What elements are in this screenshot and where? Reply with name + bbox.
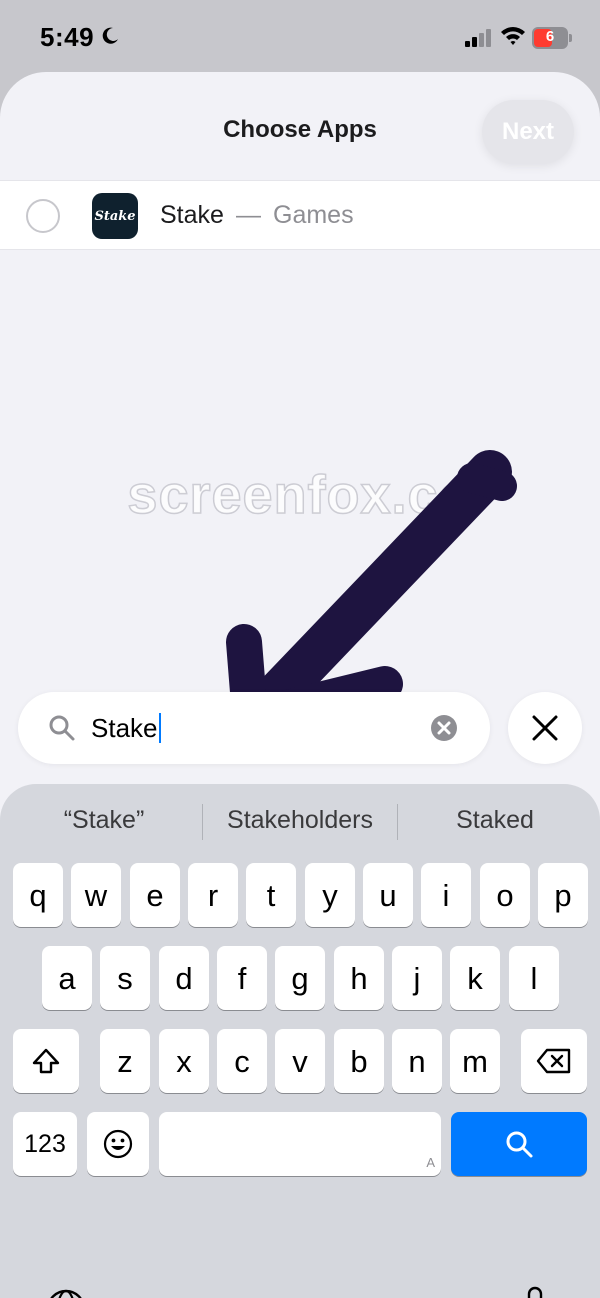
key-label: a: [58, 960, 76, 996]
key-v[interactable]: v: [275, 1029, 325, 1093]
key-label: j: [413, 960, 421, 996]
key-t[interactable]: t: [246, 863, 296, 927]
key-a[interactable]: a: [42, 946, 92, 1010]
delete-icon: [536, 1048, 571, 1074]
space-key[interactable]: A: [159, 1112, 441, 1176]
numbers-key-label: 123: [24, 1129, 66, 1158]
wifi-icon: [501, 27, 525, 45]
shift-key[interactable]: [13, 1029, 79, 1093]
key-w[interactable]: w: [71, 863, 121, 927]
suggestion-3[interactable]: Staked: [397, 806, 593, 835]
space-hint: A: [426, 1155, 435, 1170]
key-label: b: [350, 1043, 368, 1079]
next-button[interactable]: Next: [482, 100, 574, 164]
key-label: n: [408, 1043, 426, 1079]
key-label: r: [207, 877, 219, 913]
search-field[interactable]: Stake: [18, 692, 490, 764]
search-input[interactable]: Stake: [91, 713, 161, 744]
stake-app-icon: Stake: [92, 193, 138, 239]
key-label: i: [442, 877, 450, 913]
cellular-signal-icon: [465, 29, 491, 47]
key-label: x: [176, 1043, 192, 1079]
status-bar: 5:49 6: [0, 0, 600, 74]
key-label: h: [350, 960, 368, 996]
key-k[interactable]: k: [450, 946, 500, 1010]
key-q[interactable]: q: [13, 863, 63, 927]
key-label: z: [117, 1043, 133, 1079]
key-label: p: [554, 877, 572, 913]
battery-icon: 6: [532, 27, 572, 49]
key-b[interactable]: b: [334, 1029, 384, 1093]
key-z[interactable]: z: [100, 1029, 150, 1093]
key-j[interactable]: j: [392, 946, 442, 1010]
key-u[interactable]: u: [363, 863, 413, 927]
emoji-key[interactable]: [87, 1112, 149, 1176]
key-label: m: [462, 1043, 488, 1079]
key-label: t: [266, 877, 276, 913]
key-i[interactable]: i: [421, 863, 471, 927]
select-radio[interactable]: [26, 199, 60, 233]
key-l[interactable]: l: [509, 946, 559, 1010]
suggestion-1[interactable]: “Stake”: [6, 806, 202, 835]
search-icon: [506, 1131, 533, 1158]
battery-level: 6: [545, 28, 555, 45]
app-separator: —: [236, 201, 261, 229]
key-label: c: [234, 1043, 250, 1079]
numbers-key[interactable]: 123: [13, 1112, 77, 1176]
key-label: k: [467, 960, 483, 996]
key-p[interactable]: p: [538, 863, 588, 927]
key-label: d: [175, 960, 193, 996]
status-time: 5:49: [40, 22, 95, 52]
microphone-icon[interactable]: [518, 1286, 552, 1298]
suggestion-2[interactable]: Stakeholders: [202, 806, 398, 835]
clear-icon[interactable]: [430, 714, 458, 742]
search-icon: [49, 715, 75, 741]
moon-icon: [102, 27, 118, 44]
key-e[interactable]: e: [130, 863, 180, 927]
key-c[interactable]: c: [217, 1029, 267, 1093]
key-label: s: [117, 960, 133, 996]
emoji-icon: [103, 1129, 133, 1159]
key-label: u: [379, 877, 397, 913]
key-label: q: [29, 877, 47, 913]
close-icon: [532, 715, 558, 741]
key-label: o: [496, 877, 514, 913]
key-r[interactable]: r: [188, 863, 238, 927]
choose-apps-sheet: Choose Apps Next Stake Stake — Games scr…: [0, 72, 600, 1298]
search-key[interactable]: [451, 1112, 587, 1176]
key-d[interactable]: d: [159, 946, 209, 1010]
key-x[interactable]: x: [159, 1029, 209, 1093]
key-label: g: [291, 960, 309, 996]
key-g[interactable]: g: [275, 946, 325, 1010]
shift-icon: [32, 1048, 60, 1074]
app-result-row[interactable]: Stake Stake — Games: [0, 180, 600, 250]
key-label: v: [292, 1043, 308, 1079]
key-m[interactable]: m: [450, 1029, 500, 1093]
keyboard: “Stake” Stakeholders Staked q w e r t y …: [0, 784, 600, 1298]
key-f[interactable]: f: [217, 946, 267, 1010]
key-s[interactable]: s: [100, 946, 150, 1010]
close-search-button[interactable]: [508, 692, 582, 764]
app-icon-logo: Stake: [94, 208, 136, 224]
key-h[interactable]: h: [334, 946, 384, 1010]
text-cursor: [158, 713, 161, 743]
search-value: Stake: [91, 713, 158, 743]
key-y[interactable]: y: [305, 863, 355, 927]
globe-icon[interactable]: [45, 1288, 87, 1298]
app-name: Stake: [160, 201, 224, 229]
key-label: f: [237, 960, 247, 996]
key-n[interactable]: n: [392, 1029, 442, 1093]
key-label: y: [322, 877, 338, 913]
delete-key[interactable]: [521, 1029, 587, 1093]
key-label: w: [84, 877, 108, 913]
app-category: Games: [273, 201, 354, 229]
key-label: l: [530, 960, 538, 996]
key-label: e: [146, 877, 164, 913]
suggestion-bar: “Stake” Stakeholders Staked: [0, 800, 600, 840]
key-o[interactable]: o: [480, 863, 530, 927]
